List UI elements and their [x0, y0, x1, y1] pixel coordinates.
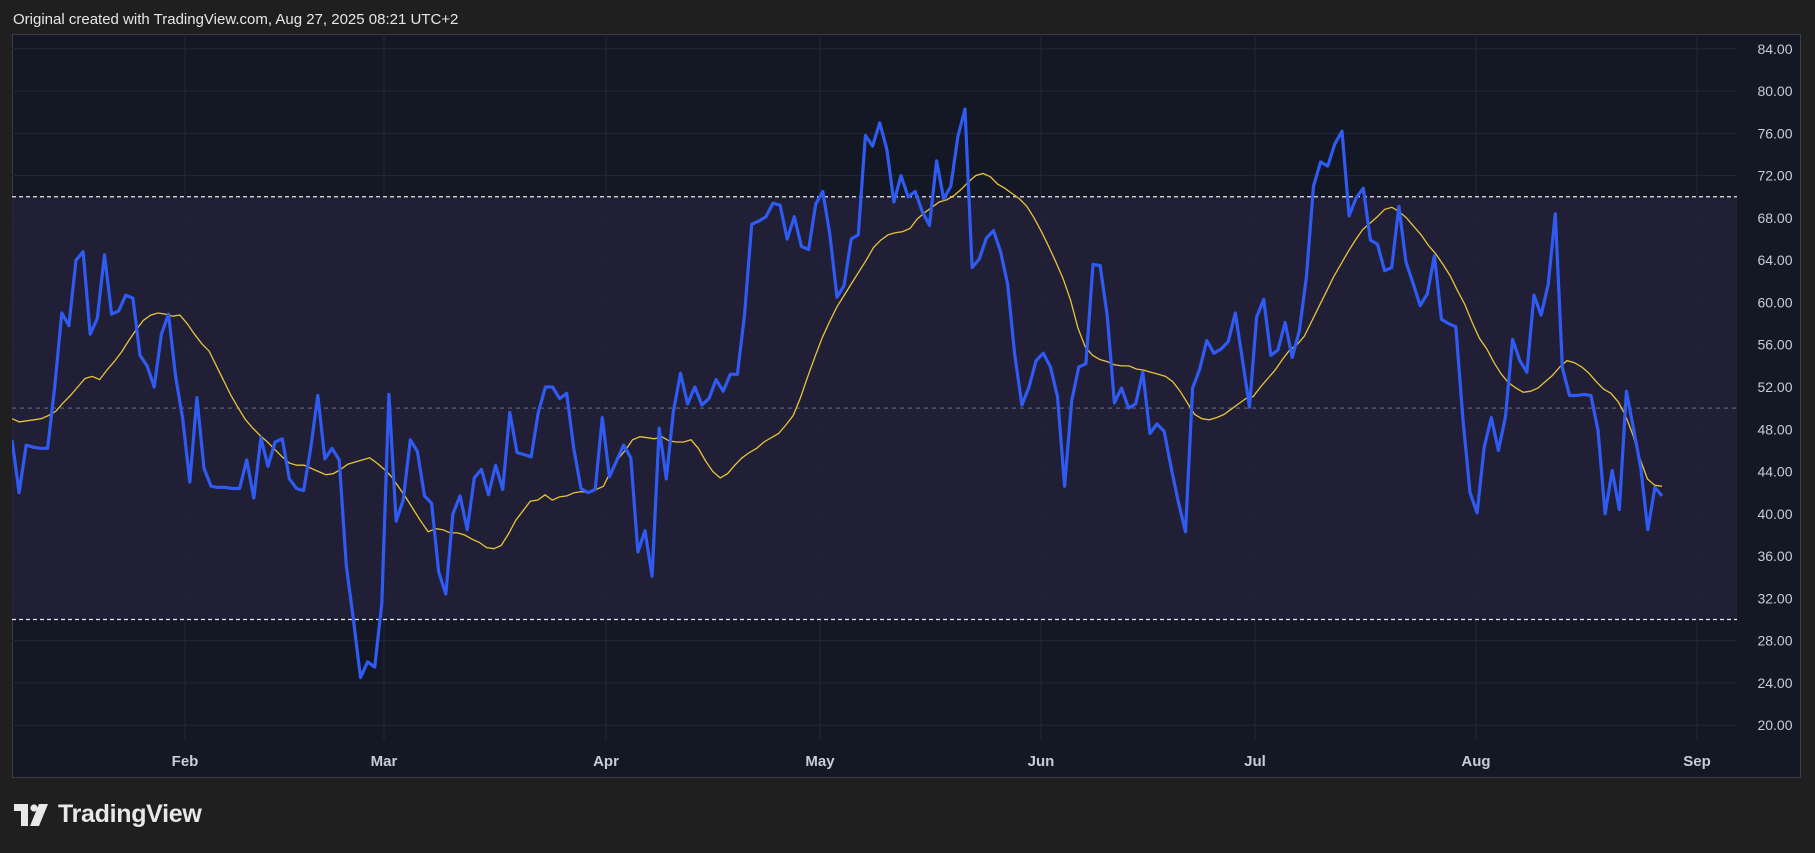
x-tick-label: Apr	[593, 753, 619, 770]
y-tick-label: 48.00	[1757, 421, 1792, 437]
y-tick-label: 84.00	[1757, 41, 1792, 57]
x-tick-label: May	[805, 753, 835, 770]
y-tick-label: 52.00	[1757, 379, 1792, 395]
y-tick-label: 60.00	[1757, 294, 1792, 310]
x-tick-label: Sep	[1683, 753, 1711, 770]
x-tick-label: Mar	[371, 753, 398, 770]
y-tick-label: 64.00	[1757, 252, 1792, 268]
brand-name: TradingView	[58, 800, 202, 828]
y-tick-label: 44.00	[1757, 464, 1792, 480]
x-tick-label: Jun	[1028, 753, 1055, 770]
y-tick-label: 68.00	[1757, 210, 1792, 226]
y-tick-label: 40.00	[1757, 506, 1792, 522]
y-tick-label: 80.00	[1757, 83, 1792, 99]
tradingview-mark-icon	[14, 803, 48, 826]
x-tick-label: Aug	[1461, 753, 1490, 770]
chart-attribution: Original created with TradingView.com, A…	[13, 11, 459, 28]
y-tick-label: 20.00	[1757, 717, 1792, 733]
y-tick-label: 32.00	[1757, 590, 1792, 606]
y-tick-label: 76.00	[1757, 125, 1792, 141]
x-axis: Feb Mar Apr May Jun Jul Aug Sep	[172, 753, 1711, 770]
x-tick-label: Jul	[1244, 753, 1266, 770]
rsi-chart[interactable]: 84.00 80.00 76.00 72.00 68.00 64.00 60.00 56.00…	[12, 34, 1801, 778]
y-tick-label: 56.00	[1757, 337, 1792, 353]
y-tick-label: 36.00	[1757, 548, 1792, 564]
y-axis: 84.00 80.00 76.00 72.00 68.00 64.00 60.00 56.00…	[1757, 41, 1792, 733]
y-tick-label: 72.00	[1757, 168, 1792, 184]
tradingview-logo[interactable]: TradingView	[14, 800, 202, 829]
x-tick-label: Feb	[172, 753, 199, 770]
y-tick-label: 24.00	[1757, 675, 1792, 691]
y-tick-label: 28.00	[1757, 633, 1792, 649]
